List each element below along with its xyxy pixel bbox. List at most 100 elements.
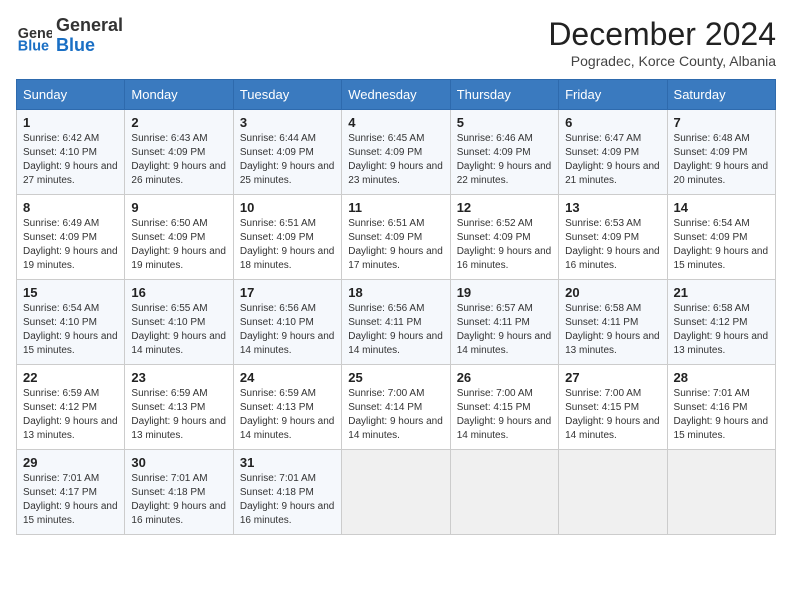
- day-info: Sunrise: 6:47 AM Sunset: 4:09 PM Dayligh…: [565, 132, 660, 188]
- day-info: Sunrise: 6:53 AM Sunset: 4:09 PM Dayligh…: [565, 217, 660, 273]
- day-info: Sunrise: 6:57 AM Sunset: 4:11 PM Dayligh…: [457, 302, 552, 358]
- day-info: Sunrise: 6:48 AM Sunset: 4:09 PM Dayligh…: [674, 132, 769, 188]
- day-info: Sunrise: 7:00 AM Sunset: 4:15 PM Dayligh…: [565, 387, 660, 443]
- calendar-week-4: 22 Sunrise: 6:59 AM Sunset: 4:12 PM Dayl…: [17, 365, 776, 450]
- day-number: 17: [240, 285, 335, 300]
- day-number: 14: [674, 200, 769, 215]
- day-number: 31: [240, 455, 335, 470]
- day-info: Sunrise: 6:59 AM Sunset: 4:12 PM Dayligh…: [23, 387, 118, 443]
- title-area: December 2024 Pogradec, Korce County, Al…: [548, 16, 776, 69]
- calendar-body: 1 Sunrise: 6:42 AM Sunset: 4:10 PM Dayli…: [17, 110, 776, 535]
- calendar-cell: 5 Sunrise: 6:46 AM Sunset: 4:09 PM Dayli…: [450, 110, 558, 195]
- logo: General Blue General Blue: [16, 16, 123, 56]
- day-number: 7: [674, 115, 769, 130]
- day-info: Sunrise: 6:58 AM Sunset: 4:12 PM Dayligh…: [674, 302, 769, 358]
- calendar-cell: 25 Sunrise: 7:00 AM Sunset: 4:14 PM Dayl…: [342, 365, 450, 450]
- day-info: Sunrise: 7:01 AM Sunset: 4:17 PM Dayligh…: [23, 472, 118, 528]
- calendar-cell: 27 Sunrise: 7:00 AM Sunset: 4:15 PM Dayl…: [559, 365, 667, 450]
- calendar-header: SundayMondayTuesdayWednesdayThursdayFrid…: [17, 80, 776, 110]
- calendar-cell: 28 Sunrise: 7:01 AM Sunset: 4:16 PM Dayl…: [667, 365, 775, 450]
- day-info: Sunrise: 6:51 AM Sunset: 4:09 PM Dayligh…: [240, 217, 335, 273]
- day-info: Sunrise: 6:55 AM Sunset: 4:10 PM Dayligh…: [131, 302, 226, 358]
- calendar-cell: 24 Sunrise: 6:59 AM Sunset: 4:13 PM Dayl…: [233, 365, 341, 450]
- day-info: Sunrise: 6:50 AM Sunset: 4:09 PM Dayligh…: [131, 217, 226, 273]
- page-header: General Blue General Blue December 2024 …: [16, 16, 776, 69]
- calendar-cell: 22 Sunrise: 6:59 AM Sunset: 4:12 PM Dayl…: [17, 365, 125, 450]
- day-number: 26: [457, 370, 552, 385]
- calendar-cell: 29 Sunrise: 7:01 AM Sunset: 4:17 PM Dayl…: [17, 450, 125, 535]
- day-info: Sunrise: 6:56 AM Sunset: 4:10 PM Dayligh…: [240, 302, 335, 358]
- calendar-cell: [342, 450, 450, 535]
- day-number: 9: [131, 200, 226, 215]
- calendar-cell: 21 Sunrise: 6:58 AM Sunset: 4:12 PM Dayl…: [667, 280, 775, 365]
- calendar-cell: 15 Sunrise: 6:54 AM Sunset: 4:10 PM Dayl…: [17, 280, 125, 365]
- day-number: 22: [23, 370, 118, 385]
- day-number: 3: [240, 115, 335, 130]
- header-day-thursday: Thursday: [450, 80, 558, 110]
- day-number: 10: [240, 200, 335, 215]
- calendar-cell: 8 Sunrise: 6:49 AM Sunset: 4:09 PM Dayli…: [17, 195, 125, 280]
- day-info: Sunrise: 7:00 AM Sunset: 4:14 PM Dayligh…: [348, 387, 443, 443]
- day-info: Sunrise: 6:56 AM Sunset: 4:11 PM Dayligh…: [348, 302, 443, 358]
- day-number: 18: [348, 285, 443, 300]
- calendar-week-2: 8 Sunrise: 6:49 AM Sunset: 4:09 PM Dayli…: [17, 195, 776, 280]
- calendar-cell: 26 Sunrise: 7:00 AM Sunset: 4:15 PM Dayl…: [450, 365, 558, 450]
- calendar-cell: [450, 450, 558, 535]
- day-number: 29: [23, 455, 118, 470]
- calendar-week-5: 29 Sunrise: 7:01 AM Sunset: 4:17 PM Dayl…: [17, 450, 776, 535]
- day-info: Sunrise: 6:51 AM Sunset: 4:09 PM Dayligh…: [348, 217, 443, 273]
- day-number: 19: [457, 285, 552, 300]
- location: Pogradec, Korce County, Albania: [548, 53, 776, 69]
- day-info: Sunrise: 7:01 AM Sunset: 4:18 PM Dayligh…: [131, 472, 226, 528]
- calendar-cell: 1 Sunrise: 6:42 AM Sunset: 4:10 PM Dayli…: [17, 110, 125, 195]
- calendar-cell: 14 Sunrise: 6:54 AM Sunset: 4:09 PM Dayl…: [667, 195, 775, 280]
- day-number: 1: [23, 115, 118, 130]
- day-number: 12: [457, 200, 552, 215]
- day-number: 8: [23, 200, 118, 215]
- day-number: 24: [240, 370, 335, 385]
- calendar-cell: 6 Sunrise: 6:47 AM Sunset: 4:09 PM Dayli…: [559, 110, 667, 195]
- header-day-friday: Friday: [559, 80, 667, 110]
- calendar-cell: 4 Sunrise: 6:45 AM Sunset: 4:09 PM Dayli…: [342, 110, 450, 195]
- day-number: 21: [674, 285, 769, 300]
- calendar-cell: 10 Sunrise: 6:51 AM Sunset: 4:09 PM Dayl…: [233, 195, 341, 280]
- calendar-cell: 11 Sunrise: 6:51 AM Sunset: 4:09 PM Dayl…: [342, 195, 450, 280]
- day-info: Sunrise: 6:58 AM Sunset: 4:11 PM Dayligh…: [565, 302, 660, 358]
- day-number: 25: [348, 370, 443, 385]
- day-info: Sunrise: 6:46 AM Sunset: 4:09 PM Dayligh…: [457, 132, 552, 188]
- day-info: Sunrise: 6:45 AM Sunset: 4:09 PM Dayligh…: [348, 132, 443, 188]
- header-row: SundayMondayTuesdayWednesdayThursdayFrid…: [17, 80, 776, 110]
- calendar-cell: 17 Sunrise: 6:56 AM Sunset: 4:10 PM Dayl…: [233, 280, 341, 365]
- calendar-cell: [559, 450, 667, 535]
- day-number: 15: [23, 285, 118, 300]
- day-number: 5: [457, 115, 552, 130]
- day-number: 27: [565, 370, 660, 385]
- header-day-monday: Monday: [125, 80, 233, 110]
- day-info: Sunrise: 6:54 AM Sunset: 4:09 PM Dayligh…: [674, 217, 769, 273]
- header-day-wednesday: Wednesday: [342, 80, 450, 110]
- day-info: Sunrise: 6:59 AM Sunset: 4:13 PM Dayligh…: [131, 387, 226, 443]
- calendar-table: SundayMondayTuesdayWednesdayThursdayFrid…: [16, 79, 776, 535]
- header-day-sunday: Sunday: [17, 80, 125, 110]
- calendar-cell: 31 Sunrise: 7:01 AM Sunset: 4:18 PM Dayl…: [233, 450, 341, 535]
- day-info: Sunrise: 6:52 AM Sunset: 4:09 PM Dayligh…: [457, 217, 552, 273]
- logo-text: General Blue: [56, 16, 123, 56]
- calendar-cell: 12 Sunrise: 6:52 AM Sunset: 4:09 PM Dayl…: [450, 195, 558, 280]
- calendar-cell: 19 Sunrise: 6:57 AM Sunset: 4:11 PM Dayl…: [450, 280, 558, 365]
- day-number: 30: [131, 455, 226, 470]
- day-info: Sunrise: 6:42 AM Sunset: 4:10 PM Dayligh…: [23, 132, 118, 188]
- calendar-cell: 20 Sunrise: 6:58 AM Sunset: 4:11 PM Dayl…: [559, 280, 667, 365]
- day-info: Sunrise: 6:44 AM Sunset: 4:09 PM Dayligh…: [240, 132, 335, 188]
- calendar-cell: 16 Sunrise: 6:55 AM Sunset: 4:10 PM Dayl…: [125, 280, 233, 365]
- day-number: 16: [131, 285, 226, 300]
- calendar-cell: 23 Sunrise: 6:59 AM Sunset: 4:13 PM Dayl…: [125, 365, 233, 450]
- day-number: 23: [131, 370, 226, 385]
- calendar-cell: [667, 450, 775, 535]
- day-number: 4: [348, 115, 443, 130]
- calendar-cell: 3 Sunrise: 6:44 AM Sunset: 4:09 PM Dayli…: [233, 110, 341, 195]
- day-info: Sunrise: 7:01 AM Sunset: 4:16 PM Dayligh…: [674, 387, 769, 443]
- day-number: 13: [565, 200, 660, 215]
- day-info: Sunrise: 6:59 AM Sunset: 4:13 PM Dayligh…: [240, 387, 335, 443]
- calendar-cell: 7 Sunrise: 6:48 AM Sunset: 4:09 PM Dayli…: [667, 110, 775, 195]
- calendar-cell: 9 Sunrise: 6:50 AM Sunset: 4:09 PM Dayli…: [125, 195, 233, 280]
